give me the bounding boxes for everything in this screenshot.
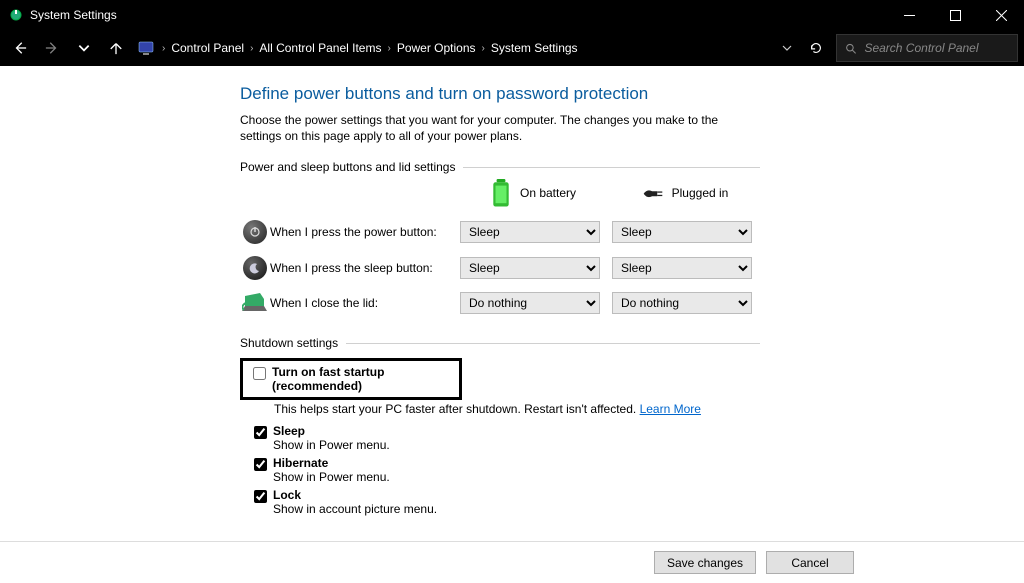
power-button-row: When I press the power button: Sleep Sle…: [240, 214, 760, 250]
chevron-right-icon[interactable]: ›: [162, 43, 165, 54]
checkbox-label: Hibernate: [273, 456, 390, 470]
window-controls: [886, 0, 1024, 30]
power-buttons-section: Power and sleep buttons and lid settings…: [240, 160, 760, 320]
column-header-label: On battery: [520, 186, 576, 200]
checkbox-label: Sleep: [273, 424, 390, 438]
column-header-label: Plugged in: [672, 186, 729, 200]
lid-battery-select[interactable]: Do nothing: [460, 292, 600, 314]
close-button[interactable]: [978, 0, 1024, 30]
section-legend: Shutdown settings: [240, 336, 346, 350]
app-icon: [8, 7, 24, 23]
lid-close-row: When I close the lid: Do nothing Do noth…: [240, 286, 760, 320]
plugged-in-header: Plugged in: [612, 182, 758, 204]
hibernate-row: Hibernate Show in Power menu.: [240, 454, 760, 486]
cancel-button[interactable]: Cancel: [766, 551, 854, 574]
breadcrumb-dropdown-icon[interactable]: [778, 43, 796, 53]
checkbox-label: Turn on fast startup (recommended): [272, 365, 451, 393]
minimize-button[interactable]: [886, 0, 932, 30]
sleep-button-row: When I press the sleep button: Sleep Sle…: [240, 250, 760, 286]
power-button-icon: [240, 220, 270, 244]
search-icon: [845, 42, 856, 55]
content-area: Define power buttons and turn on passwor…: [0, 66, 1024, 541]
sleep-checkbox[interactable]: [254, 426, 267, 439]
control-panel-icon[interactable]: [138, 39, 156, 57]
lid-plugged-select[interactable]: Do nothing: [612, 292, 752, 314]
window-title: System Settings: [30, 8, 117, 22]
up-button[interactable]: [102, 34, 130, 62]
fast-startup-row: Turn on fast startup (recommended): [240, 358, 462, 400]
search-box[interactable]: [836, 34, 1018, 62]
sleep-row: Sleep Show in Power menu.: [240, 422, 760, 454]
chevron-right-icon[interactable]: ›: [387, 43, 390, 54]
breadcrumb-item[interactable]: System Settings: [491, 41, 578, 55]
checkbox-label: Lock: [273, 488, 437, 502]
power-button-plugged-select[interactable]: Sleep: [612, 221, 752, 243]
maximize-button[interactable]: [932, 0, 978, 30]
sleep-button-plugged-select[interactable]: Sleep: [612, 257, 752, 279]
checkbox-desc: Show in Power menu.: [273, 470, 390, 484]
chevron-right-icon[interactable]: ›: [482, 43, 485, 54]
save-changes-button[interactable]: Save changes: [654, 551, 756, 574]
checkbox-desc: Show in account picture menu.: [273, 502, 437, 516]
title-bar-left: System Settings: [8, 7, 117, 23]
page-description: Choose the power settings that you want …: [240, 112, 760, 144]
nav-right: [778, 34, 1018, 62]
lock-row: Lock Show in account picture menu.: [240, 486, 760, 518]
battery-icon: [490, 182, 512, 204]
page-heading: Define power buttons and turn on passwor…: [240, 84, 1004, 104]
lid-icon: [240, 292, 270, 314]
learn-more-link[interactable]: Learn More: [640, 402, 701, 416]
row-label: When I press the sleep button:: [270, 261, 460, 275]
title-bar: System Settings: [0, 0, 1024, 30]
breadcrumb-item[interactable]: All Control Panel Items: [259, 41, 381, 55]
checkbox-desc: Show in Power menu.: [273, 438, 390, 452]
row-label: When I close the lid:: [270, 296, 460, 310]
column-headers: On battery Plugged in: [240, 174, 760, 214]
footer-bar: Save changes Cancel: [0, 541, 1024, 583]
navigation-bar: › Control Panel › All Control Panel Item…: [0, 30, 1024, 66]
chevron-right-icon[interactable]: ›: [250, 43, 253, 54]
fast-startup-checkbox[interactable]: [253, 367, 266, 380]
breadcrumb-item[interactable]: Control Panel: [171, 41, 244, 55]
on-battery-header: On battery: [460, 182, 606, 204]
forward-button[interactable]: [38, 34, 66, 62]
section-legend: Power and sleep buttons and lid settings: [240, 160, 463, 174]
row-label: When I press the power button:: [270, 225, 460, 239]
power-button-battery-select[interactable]: Sleep: [460, 221, 600, 243]
sleep-button-icon: [240, 256, 270, 280]
breadcrumb-item[interactable]: Power Options: [397, 41, 476, 55]
plug-icon: [642, 182, 664, 204]
search-input[interactable]: [864, 41, 1009, 55]
hibernate-checkbox[interactable]: [254, 458, 267, 471]
breadcrumb: › Control Panel › All Control Panel Item…: [138, 39, 578, 57]
fast-startup-desc: This helps start your PC faster after sh…: [240, 400, 760, 422]
sleep-button-battery-select[interactable]: Sleep: [460, 257, 600, 279]
back-button[interactable]: [6, 34, 34, 62]
lock-checkbox[interactable]: [254, 490, 267, 503]
refresh-button[interactable]: [802, 34, 830, 62]
shutdown-settings-section: Shutdown settings Turn on fast startup (…: [240, 336, 760, 518]
recent-locations-button[interactable]: [70, 34, 98, 62]
